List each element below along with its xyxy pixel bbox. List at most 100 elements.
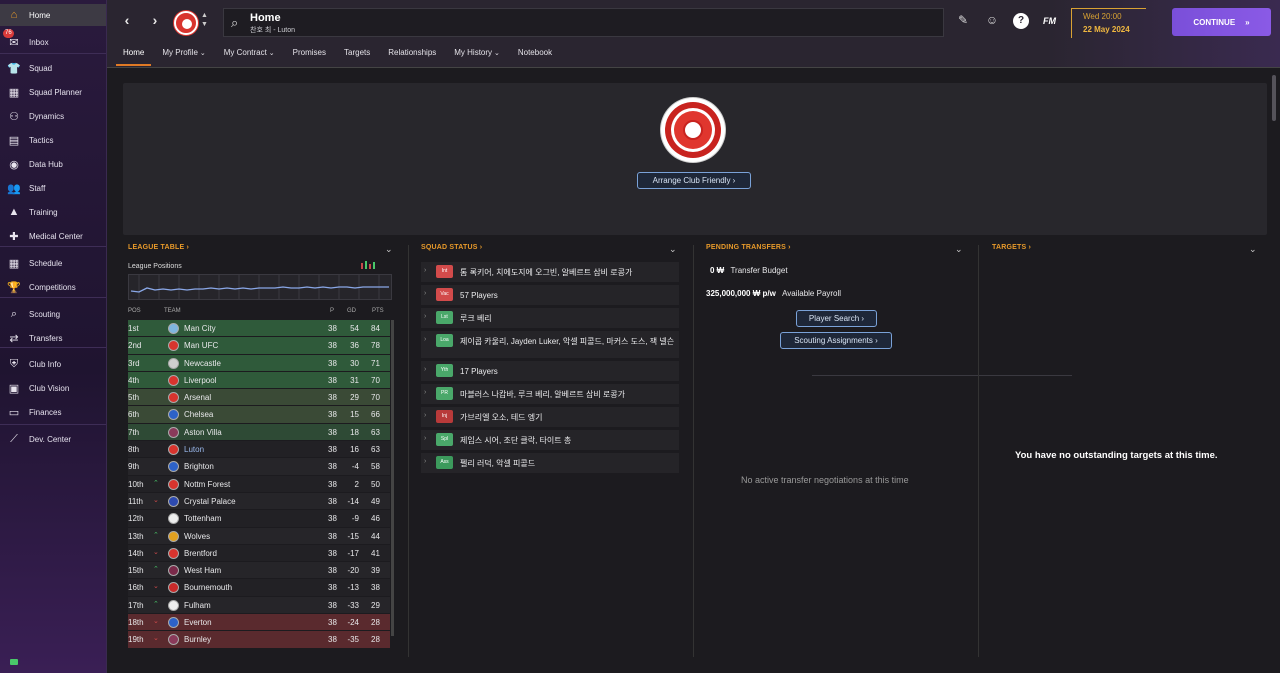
team-name-cell[interactable]: Fulham	[184, 601, 211, 610]
tab-relationships[interactable]: Relationships	[379, 44, 445, 66]
table-row[interactable]: 10th ⌃ Nottm Forest 38 2 50	[128, 475, 390, 493]
squad-status-row[interactable]: › Ass 펠리 러덕, 악셀 피콜드	[421, 453, 679, 473]
table-row[interactable]: 8th Luton 38 16 63	[128, 441, 390, 459]
continue-button[interactable]: CONTINUE »	[1172, 8, 1271, 36]
squad-status-row[interactable]: › Int 톰 록키어, 치에도지에 오그빈, 알베르트 삼비 로콩가	[421, 262, 679, 282]
tab-my-contract[interactable]: My Contract ⌄	[215, 44, 284, 66]
table-row[interactable]: 3rd Newcastle 38 30 71	[128, 354, 390, 372]
chevron-right-icon[interactable]: ›	[424, 412, 426, 419]
team-name-cell[interactable]: Liverpool	[184, 376, 216, 385]
team-name-cell[interactable]: Bournemouth	[184, 583, 232, 592]
table-row[interactable]: 2nd Man UFC 38 36 78	[128, 337, 390, 355]
sidebar-item-dev-center[interactable]: ⟋ Dev. Center	[0, 428, 106, 450]
squad-status-row[interactable]: › Spl 제임스 시어, 조단 클락, 타이트 총	[421, 430, 679, 450]
chevron-right-icon[interactable]: ›	[424, 458, 426, 465]
player-search-button[interactable]: Player Search ›	[796, 310, 877, 327]
sidebar-item-staff[interactable]: 👥 Staff	[0, 177, 106, 199]
scouting-assignments-button[interactable]: Scouting Assignments ›	[780, 332, 892, 349]
sidebar-item-schedule[interactable]: ▦ Schedule	[0, 252, 106, 274]
team-name-cell[interactable]: West Ham	[184, 566, 221, 575]
table-row[interactable]: 13th ⌃ Wolves 38 -15 44	[128, 527, 390, 545]
sidebar-item-inbox[interactable]: ✉ 76 Inbox	[0, 29, 106, 53]
team-name-cell[interactable]: Brentford	[184, 549, 217, 558]
table-row[interactable]: 1st Man City 38 54 84	[128, 320, 390, 338]
chevron-right-icon[interactable]: ›	[424, 435, 426, 442]
chevron-right-icon[interactable]: ›	[424, 336, 426, 343]
sidebar-item-finances[interactable]: ▭ Finances	[0, 401, 106, 423]
targets-heading[interactable]: TARGETS ›	[992, 244, 1031, 251]
sidebar-item-tactics[interactable]: ▤ Tactics	[0, 129, 106, 151]
table-row[interactable]: 4th Liverpool 38 31 70	[128, 371, 390, 390]
sidebar-item-home[interactable]: ⌂ Home	[0, 4, 106, 26]
team-name-cell[interactable]: Wolves	[184, 532, 210, 541]
chevron-right-icon[interactable]: ›	[424, 389, 426, 396]
chevron-right-icon[interactable]: ›	[424, 267, 426, 274]
sidebar-item-scouting[interactable]: ⌕ Scouting	[0, 303, 106, 325]
team-name-cell[interactable]: Aston Villa	[184, 428, 222, 437]
forward-arrow-icon[interactable]: ›	[146, 12, 164, 32]
sidebar-item-club-vision[interactable]: ▣ Club Vision	[0, 377, 106, 399]
squad-status-row[interactable]: › Loa 제이콥 카울리, Jayden Luker, 악셀 피콜드, 마커스 도…	[421, 331, 679, 358]
tab-targets[interactable]: Targets	[335, 44, 379, 66]
table-row[interactable]: 19th ⌄ Burnley 38 -35 28	[128, 631, 390, 649]
page-scrollbar[interactable]	[1272, 75, 1276, 121]
league-table-scrollbar[interactable]	[391, 320, 394, 636]
pencil-icon[interactable]: ✎	[955, 13, 971, 29]
table-row[interactable]: 11th ⌄ Crystal Palace 38 -14 49	[128, 492, 390, 511]
team-name-cell[interactable]: Tottenham	[184, 514, 221, 523]
team-name-cell[interactable]: Newcastle	[184, 359, 221, 368]
table-row[interactable]: 15th ⌃ West Ham 38 -20 39	[128, 562, 390, 580]
sidebar-item-data-hub[interactable]: ◉ Data Hub	[0, 153, 106, 175]
chevron-right-icon[interactable]: ›	[424, 313, 426, 320]
club-switch-icon[interactable]: ▲ ▼	[201, 11, 208, 29]
sidebar-item-dynamics[interactable]: ⚇ Dynamics	[0, 105, 106, 127]
sidebar-item-club-info[interactable]: ⛨ Club Info	[0, 353, 106, 375]
squad-status-heading[interactable]: SQUAD STATUS ›	[421, 244, 482, 251]
tab-promises[interactable]: Promises	[284, 44, 335, 66]
sidebar-item-medical-center[interactable]: ✚ Medical Center	[0, 225, 106, 247]
squad-status-row[interactable]: › Yth 17 Players	[421, 361, 679, 381]
squad-status-row[interactable]: › Vac 57 Players	[421, 285, 679, 305]
team-name-cell[interactable]: Chelsea	[184, 410, 213, 419]
chevron-down-icon[interactable]: ⌄	[955, 244, 963, 255]
chart-type-icon[interactable]	[360, 261, 376, 271]
sidebar-item-competitions[interactable]: 🏆 Competitions	[0, 276, 106, 298]
team-name-cell[interactable]: Nottm Forest	[184, 480, 230, 489]
chevron-down-icon[interactable]: ⌄	[669, 244, 677, 255]
team-name-cell[interactable]: Crystal Palace	[184, 497, 236, 506]
chevron-down-icon[interactable]: ⌄	[385, 244, 393, 255]
manager-profile-icon[interactable]: ☺	[984, 13, 1000, 29]
sidebar-item-squad[interactable]: 👕 Squad	[0, 57, 106, 79]
help-icon[interactable]: ?	[1013, 13, 1029, 29]
tab-my-profile[interactable]: My Profile ⌄	[153, 44, 214, 66]
table-row[interactable]: 14th ⌄ Brentford 38 -17 41	[128, 544, 390, 563]
date-display[interactable]: Wed 20:00 22 May 2024	[1071, 8, 1146, 38]
table-row[interactable]: 6th Chelsea 38 15 66	[128, 406, 390, 424]
status-icon[interactable]	[10, 659, 18, 665]
chevron-down-icon[interactable]: ⌄	[1249, 244, 1257, 255]
table-row[interactable]: 12th Tottenham 38 -9 46	[128, 510, 390, 528]
tab-my-history[interactable]: My History ⌄	[445, 44, 509, 66]
table-row[interactable]: 16th ⌄ Bournemouth 38 -13 38	[128, 579, 390, 597]
league-table-heading[interactable]: LEAGUE TABLE ›	[128, 244, 189, 251]
squad-status-row[interactable]: › PR 마블러스 나캄바, 루크 베리, 알베르트 삼비 로콩가	[421, 384, 679, 404]
team-name-cell[interactable]: Everton	[184, 618, 212, 627]
table-row[interactable]: 18th ⌄ Everton 38 -24 28	[128, 614, 390, 632]
tab-notebook[interactable]: Notebook	[509, 44, 561, 66]
table-row[interactable]: 5th Arsenal 38 29 70	[128, 389, 390, 407]
table-row[interactable]: 17th ⌃ Fulham 38 -33 29	[128, 596, 390, 615]
sidebar-item-transfers[interactable]: ⇄ Transfers	[0, 327, 106, 349]
club-crest-icon[interactable]	[174, 11, 198, 35]
back-arrow-icon[interactable]: ‹	[118, 12, 136, 32]
table-row[interactable]: 7th Aston Villa 38 18 63	[128, 423, 390, 442]
team-name-cell[interactable]: Arsenal	[184, 393, 211, 402]
squad-status-row[interactable]: › Inj 가브리엘 오소, 테드 엥기	[421, 407, 679, 427]
team-name-cell[interactable]: Luton	[184, 445, 204, 454]
table-row[interactable]: 9th Brighton 38 -4 58	[128, 458, 390, 476]
arrange-club-friendly-button[interactable]: Arrange Club Friendly ›	[637, 172, 751, 189]
team-name-cell[interactable]: Brighton	[184, 462, 214, 471]
team-name-cell[interactable]: Burnley	[184, 635, 211, 644]
chevron-right-icon[interactable]: ›	[424, 290, 426, 297]
chevron-right-icon[interactable]: ›	[424, 366, 426, 373]
fm-menu-icon[interactable]: FM	[1043, 16, 1056, 26]
